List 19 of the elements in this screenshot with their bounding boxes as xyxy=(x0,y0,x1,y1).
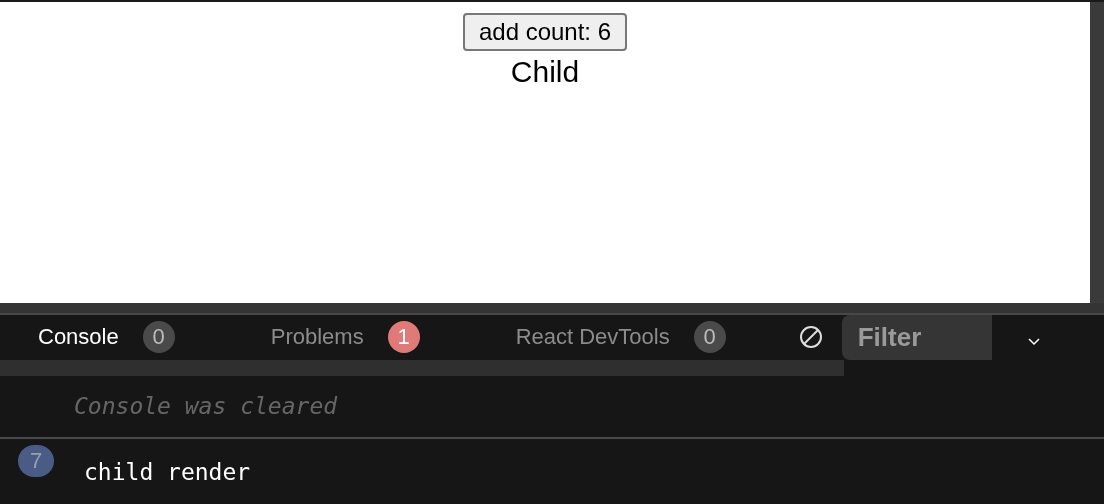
count-badge: 0 xyxy=(142,321,175,354)
child-text: Child xyxy=(510,55,580,90)
chevron-down-icon[interactable] xyxy=(1027,338,1040,347)
console-tab[interactable]: Problems 1 xyxy=(270,321,420,354)
add-count-button[interactable]: add count: 6 xyxy=(462,13,628,52)
count-badge: 0 xyxy=(693,321,726,354)
tab-label: React DevTools xyxy=(515,324,670,351)
filter-field[interactable]: Filter xyxy=(841,314,992,360)
console-message: child render xyxy=(84,458,251,485)
console-tab[interactable]: Console 0 xyxy=(38,321,175,354)
console-tab[interactable]: React DevTools 0 xyxy=(515,321,726,354)
tab-label: Console xyxy=(38,324,119,351)
repeat-count-badge: 7 xyxy=(18,444,54,477)
clear-icon[interactable] xyxy=(797,324,824,351)
scrollbar[interactable] xyxy=(0,360,844,376)
count-badge: 1 xyxy=(387,321,420,354)
tab-label: Problems xyxy=(270,324,364,351)
console-message: Console was cleared xyxy=(74,393,338,420)
scrollbar[interactable] xyxy=(1090,2,1104,303)
